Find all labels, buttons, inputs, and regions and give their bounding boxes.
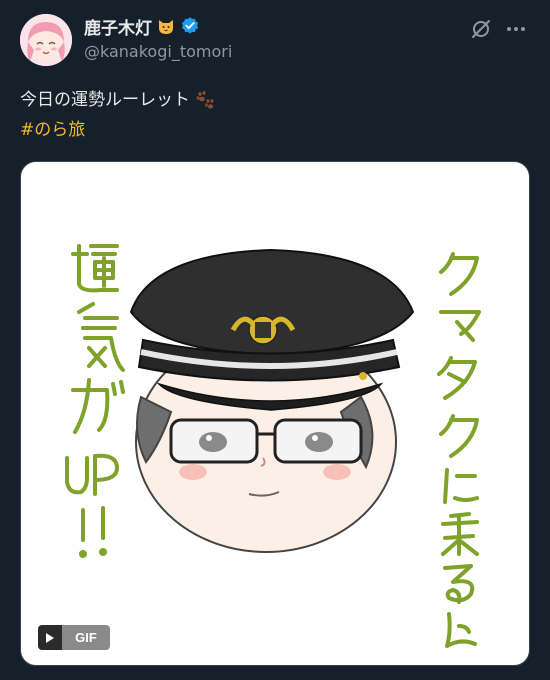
author-handle[interactable]: @kanakogi_tomori bbox=[84, 42, 232, 61]
avatar[interactable] bbox=[20, 14, 72, 66]
display-name[interactable]: 鹿子木灯 bbox=[84, 14, 152, 39]
right-caption-art bbox=[437, 252, 481, 648]
more-horizontal-icon[interactable] bbox=[505, 18, 527, 40]
tweet-text-content: 今日の運勢ルーレット bbox=[20, 90, 190, 110]
tweet-card: 鹿子木灯 @kanakogi_tomori 今日の運勢ルーレット #のら旅 GI… bbox=[0, 0, 550, 680]
hashtag-link[interactable]: #のら旅 bbox=[20, 118, 85, 142]
play-button[interactable] bbox=[38, 625, 62, 650]
author-name-row[interactable]: 鹿子木灯 bbox=[84, 14, 200, 39]
grok-icon[interactable] bbox=[470, 18, 492, 40]
illustration bbox=[65, 244, 481, 648]
play-icon bbox=[46, 632, 54, 643]
tweet-text: 今日の運勢ルーレット bbox=[20, 88, 216, 112]
gif-label: GIF bbox=[62, 625, 110, 650]
gif-badge[interactable]: GIF bbox=[38, 625, 110, 650]
left-caption-art bbox=[65, 244, 125, 558]
avatar-image bbox=[20, 14, 72, 66]
media-gif[interactable]: GIF bbox=[20, 161, 530, 666]
paw-prints-icon bbox=[196, 91, 214, 109]
cat-face-emoji-icon bbox=[159, 20, 173, 34]
character-illustration bbox=[129, 248, 415, 553]
verified-icon bbox=[181, 17, 199, 34]
